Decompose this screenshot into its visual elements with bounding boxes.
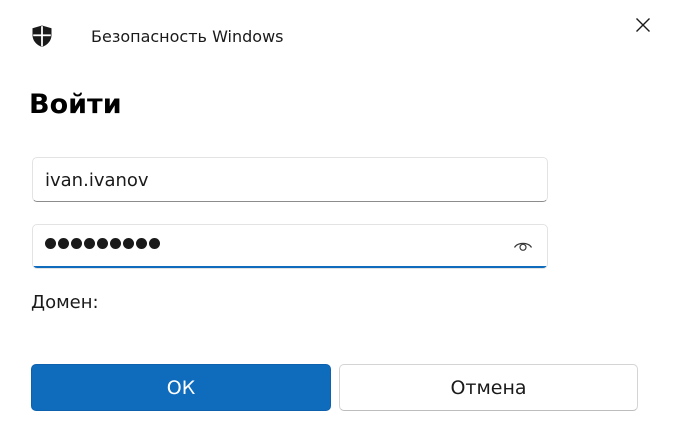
cancel-button[interactable]: Отмена [339,364,638,411]
shield-icon [30,24,54,48]
ok-button[interactable]: ОК [31,364,331,411]
close-button[interactable] [626,8,660,42]
windows-security-dialog: Безопасность Windows Войти Домен: ОК Отм… [0,0,673,443]
password-input[interactable] [45,238,160,249]
reveal-password-button[interactable] [511,236,535,256]
page-title: Войти [29,89,122,120]
domain-label: Домен: [31,292,99,313]
password-field[interactable] [32,224,548,269]
app-title: Безопасность Windows [91,27,284,46]
username-input[interactable] [45,164,495,196]
username-field[interactable] [32,157,548,202]
close-icon [636,18,650,32]
eye-icon [513,242,533,251]
